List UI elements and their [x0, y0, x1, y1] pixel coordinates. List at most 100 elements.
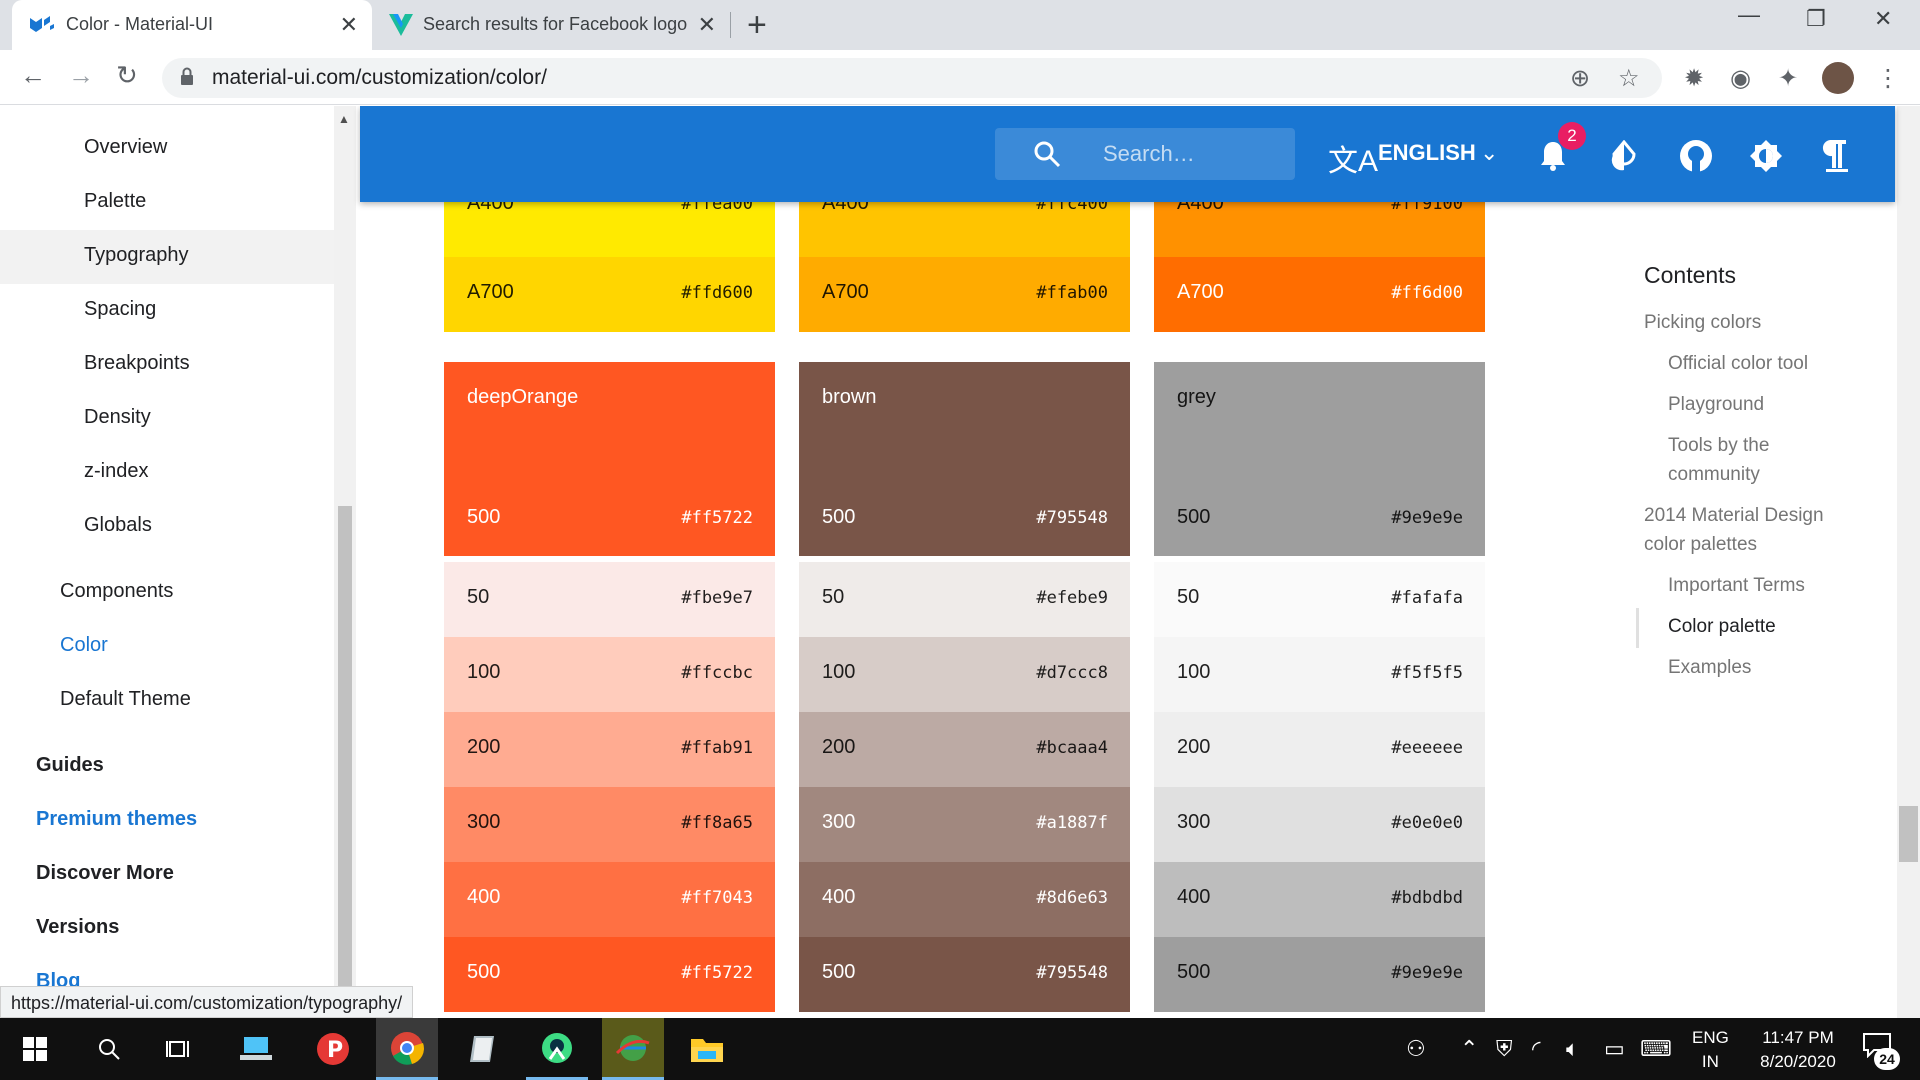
sidebar-item-palette[interactable]: Palette: [84, 190, 146, 213]
swatch-shade: 300: [822, 811, 856, 833]
link-status-tooltip: https://material-ui.com/customization/ty…: [0, 986, 414, 1018]
sidebar-item-discover-more[interactable]: Discover More: [36, 862, 174, 885]
toc-item-examples[interactable]: Examples: [1668, 657, 1751, 679]
language-selector[interactable]: ENGLISH: [1378, 140, 1476, 166]
color-swatch: A700 #ffab00: [799, 257, 1130, 332]
toc-item-important-terms[interactable]: Important Terms: [1668, 575, 1805, 597]
toc-item-color-palette[interactable]: Color palette: [1668, 616, 1776, 638]
tab-material-ui[interactable]: Color - Material-UI ✕: [12, 0, 372, 50]
color-swatch: 400 #bdbdbd: [1154, 862, 1485, 937]
back-button[interactable]: ←: [20, 60, 46, 91]
search-input[interactable]: Search…: [995, 128, 1295, 180]
color-swatch: 100 #ffccbc: [444, 637, 775, 712]
swatch-hex: #795548: [1036, 508, 1108, 528]
close-tab-icon[interactable]: ✕: [698, 12, 716, 38]
text-direction-icon[interactable]: [1822, 138, 1852, 174]
color-swatch: 500 #9e9e9e: [1154, 937, 1485, 1012]
search-taskbar-button[interactable]: [78, 1018, 140, 1080]
add-to-reading-list-icon[interactable]: ⊕: [1570, 64, 1590, 93]
task-view-button[interactable]: [148, 1018, 210, 1080]
chevron-down-icon[interactable]: ⌄: [1480, 140, 1498, 166]
address-bar[interactable]: material-ui.com/customization/color/ ⊕ ☆: [162, 58, 1662, 98]
toc-item-official-color-tool[interactable]: Official color tool: [1668, 353, 1808, 375]
close-window-button[interactable]: ✕: [1874, 6, 1892, 32]
invert-colors-icon[interactable]: [1610, 140, 1638, 172]
translate-icon[interactable]: 文A: [1328, 136, 1378, 180]
chevron-up-icon[interactable]: ⌃: [1460, 1036, 1478, 1062]
sidebar-item-default-theme[interactable]: Default Theme: [60, 688, 191, 711]
swatch-shade: 500: [467, 506, 501, 528]
brightness-icon[interactable]: [1748, 138, 1784, 174]
sidebar-item-spacing[interactable]: Spacing: [84, 298, 156, 321]
action-center-button[interactable]: 24: [1862, 1032, 1902, 1072]
toc-item-tools-by-community-line2[interactable]: community: [1668, 464, 1760, 486]
reload-button[interactable]: ↻: [116, 60, 138, 91]
taskbar-app-notes[interactable]: [452, 1018, 514, 1080]
sidebar-item-color[interactable]: Color: [60, 634, 108, 657]
github-icon[interactable]: [1678, 138, 1714, 174]
taskbar-app-file-explorer[interactable]: [676, 1018, 738, 1080]
people-icon[interactable]: ⚇: [1406, 1036, 1426, 1062]
sidebar-item-typography[interactable]: Typography: [84, 244, 189, 267]
material-ui-logo-icon: [30, 16, 54, 32]
sidebar-item-breakpoints[interactable]: Breakpoints: [84, 352, 190, 375]
forward-button[interactable]: →: [68, 60, 94, 91]
toc-item-tools-by-community[interactable]: Tools by the: [1668, 435, 1769, 457]
taskbar-app-chrome[interactable]: [376, 1018, 438, 1080]
swatch-shade: 50: [467, 586, 490, 608]
scroll-up-arrow-icon[interactable]: ▲: [338, 112, 350, 126]
start-button[interactable]: [4, 1018, 66, 1080]
sidebar-scrollbar-thumb[interactable]: [338, 506, 352, 1018]
taskbar-app-android-studio[interactable]: [526, 1018, 588, 1080]
sidebar-item-premium-themes[interactable]: Premium themes: [36, 808, 197, 831]
profile-avatar[interactable]: [1822, 62, 1854, 94]
swatch-hex: #eeeeee: [1391, 738, 1463, 758]
sidebar-item-globals[interactable]: Globals: [84, 514, 152, 537]
toc-active-indicator: [1636, 608, 1639, 648]
color-swatch: 400 #ff7043: [444, 862, 775, 937]
toc-item-2014-palettes-line2[interactable]: color palettes: [1644, 534, 1757, 556]
extensions-puzzle-icon[interactable]: ✦: [1778, 64, 1798, 93]
sidebar-item-overview[interactable]: Overview: [84, 136, 167, 159]
sidebar-item-density[interactable]: Density: [84, 406, 151, 429]
new-tab-button[interactable]: +: [747, 6, 767, 45]
bug-extension-icon[interactable]: ✹: [1684, 64, 1704, 93]
restore-button[interactable]: ❐: [1806, 6, 1826, 32]
security-icon[interactable]: ⛨: [1496, 1036, 1513, 1062]
palette-main-swatch: brown 500 #795548: [799, 362, 1130, 556]
page-scrollbar[interactable]: [1897, 106, 1920, 1018]
taskbar-app-globe[interactable]: [602, 1018, 664, 1080]
battery-icon[interactable]: ▭: [1604, 1036, 1625, 1062]
taskbar-app-pushbullet[interactable]: P: [302, 1018, 364, 1080]
toc-item-playground[interactable]: Playground: [1668, 394, 1764, 416]
keyboard-icon[interactable]: ⌨: [1640, 1036, 1672, 1062]
close-tab-icon[interactable]: ✕: [340, 12, 358, 38]
menu-dots-icon[interactable]: ⋮: [1876, 64, 1900, 93]
sidebar-item-guides[interactable]: Guides: [36, 754, 104, 777]
minimize-button[interactable]: —: [1738, 2, 1760, 28]
swatch-shade: 200: [822, 736, 856, 758]
color-swatch: A700 #ff6d00: [1154, 257, 1485, 332]
bookmark-star-icon[interactable]: ☆: [1618, 64, 1640, 93]
sidebar-item-components[interactable]: Components: [60, 580, 173, 603]
palette-name: deepOrange: [467, 386, 579, 408]
sidebar-item-z-index[interactable]: z-index: [84, 460, 148, 483]
volume-icon[interactable]: 🔈︎: [1566, 1036, 1579, 1062]
color-swatch: 50 #fbe9e7: [444, 562, 775, 637]
color-swatch: 50 #efebe9: [799, 562, 1130, 637]
swatch-shade: 50: [1177, 586, 1200, 608]
palette-main-swatch: grey 500 #9e9e9e: [1154, 362, 1485, 556]
swatch-hex: #ff8a65: [681, 813, 753, 833]
wifi-icon[interactable]: ◜: [1532, 1036, 1541, 1062]
palette-name: brown: [822, 386, 877, 408]
page-scrollbar-thumb[interactable]: [1899, 806, 1918, 862]
taskbar-app-computer[interactable]: [226, 1018, 288, 1080]
toc-item-2014-palettes[interactable]: 2014 Material Design: [1644, 505, 1824, 527]
globe-extension-icon[interactable]: ◉: [1730, 64, 1751, 93]
toc-item-picking-colors[interactable]: Picking colors: [1644, 312, 1761, 334]
tab-search-results[interactable]: Search results for Facebook logo ✕: [375, 0, 730, 50]
input-language[interactable]: ENG IN: [1692, 1026, 1729, 1074]
tab-title: Color - Material-UI: [66, 14, 214, 34]
system-clock[interactable]: 11:47 PM 8/20/2020: [1738, 1026, 1858, 1074]
sidebar-item-versions[interactable]: Versions: [36, 916, 119, 939]
